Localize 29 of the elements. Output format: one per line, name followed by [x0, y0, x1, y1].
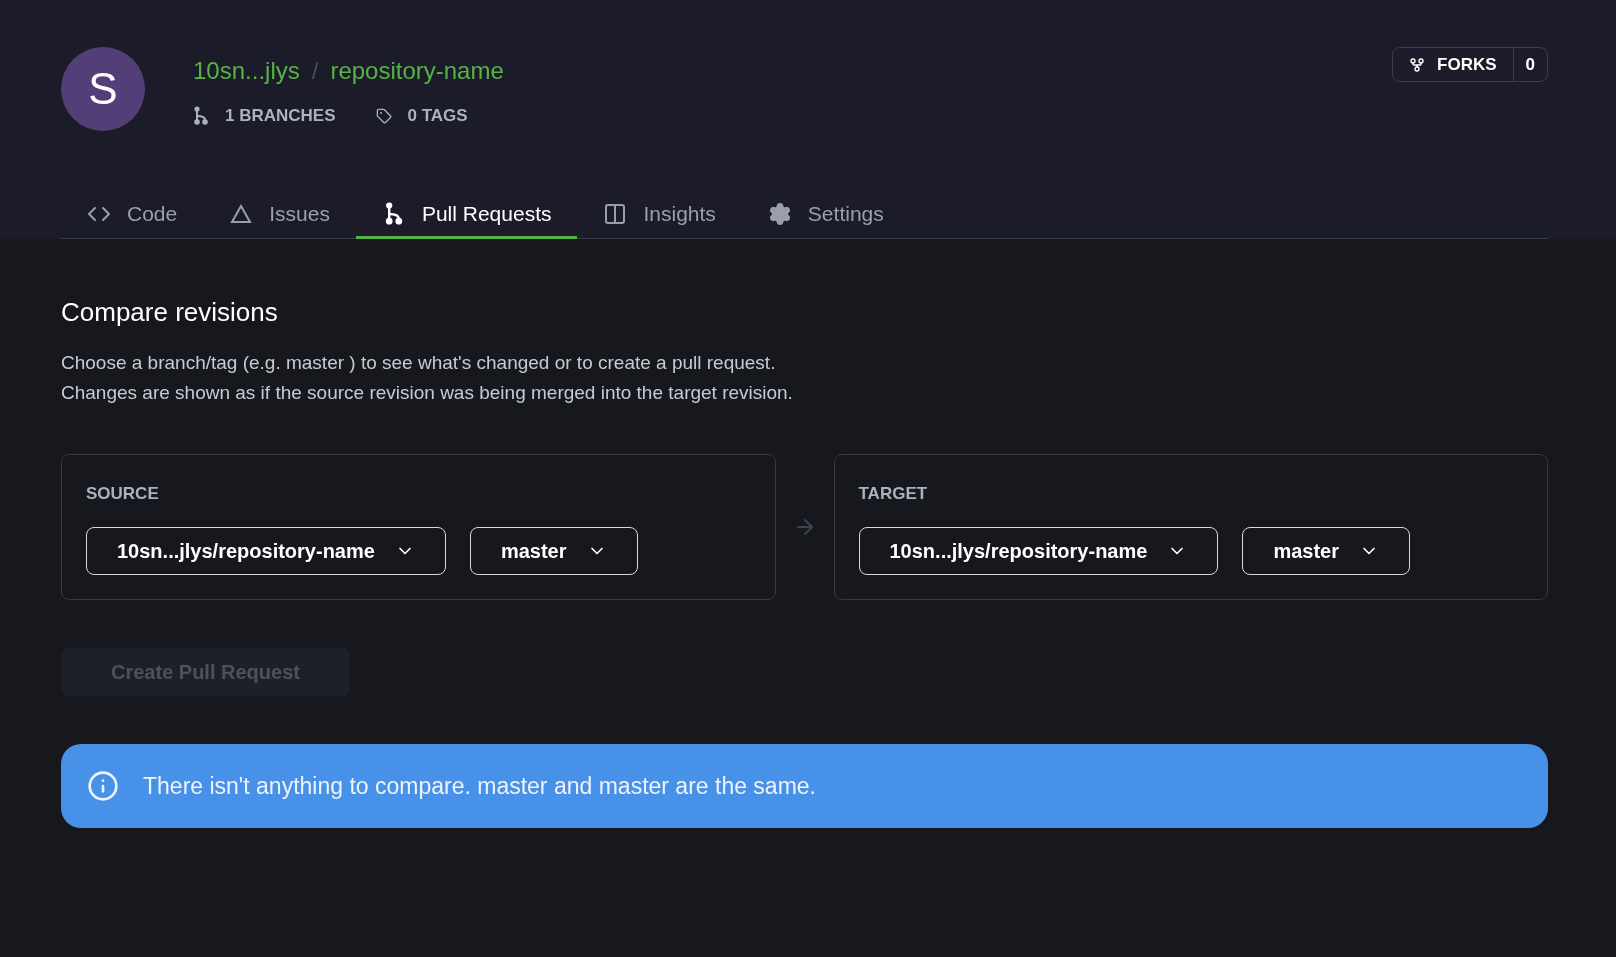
repo-dropdown[interactable]: 10sn...jlys/repository-name: [858, 526, 1219, 575]
nav-tab[interactable]: Issues: [203, 191, 356, 239]
branch-dropdown[interactable]: master: [469, 526, 638, 575]
fork-icon: [1409, 56, 1426, 73]
nav-tab[interactable]: Pull Requests: [355, 191, 578, 239]
branch-icon: [193, 105, 209, 126]
tag-icon: [375, 107, 392, 124]
settings-icon: [767, 201, 792, 226]
nav-tab[interactable]: Insights: [577, 191, 742, 239]
branch-dropdown[interactable]: master: [1242, 526, 1410, 575]
panel-label: TARGET: [858, 483, 929, 505]
tags-link[interactable]: 0 TAGS: [375, 103, 468, 129]
panel-label: SOURCE: [86, 483, 160, 505]
forks-button[interactable]: FORKS 0: [1392, 47, 1548, 82]
nav-tab[interactable]: Settings: [741, 191, 910, 239]
forks-count: 0: [1512, 48, 1547, 81]
branches-link[interactable]: 1 BRANCHES: [193, 103, 336, 129]
path-separator: /: [311, 56, 319, 86]
nav-tab[interactable]: Code: [61, 191, 204, 239]
description-text: Choose a branch/tag (e.g. master ) to see what's changed or to create a pull request.: [61, 351, 777, 375]
repo-link[interactable]: repository-name: [330, 53, 504, 89]
info-icon: [87, 770, 119, 802]
avatar: S: [61, 47, 145, 131]
bars-icon: [603, 201, 628, 226]
section-title: Compare revisions: [61, 296, 279, 329]
repo-dropdown[interactable]: 10sn...jlys/repository-name: [86, 526, 446, 575]
alert-text: There isn't anything to compare. master and master are the same.: [143, 771, 816, 801]
owner-link[interactable]: 10sn...jlys: [193, 53, 300, 89]
description-text: Changes are shown as if the source revision was being merged into the target revision.: [61, 381, 794, 405]
